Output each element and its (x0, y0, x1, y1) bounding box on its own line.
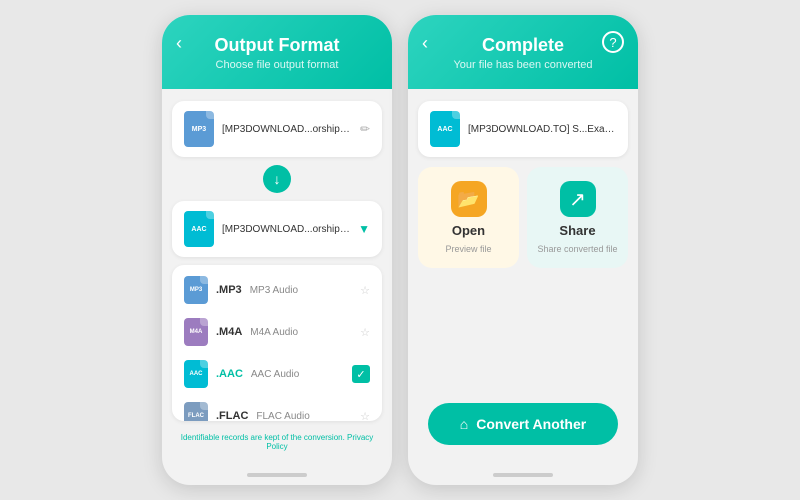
converted-file-icon: AAC (430, 111, 460, 147)
output-file-box[interactable]: AAC [MP3DOWNLOAD...orship-64k.AAC ▼ (172, 201, 382, 257)
arrow-down-icon: ↓ (274, 171, 281, 187)
aac-icon: AAC (184, 360, 208, 388)
source-file-name: [MP3DOWNLOAD...orship-64k.MP3 (222, 124, 352, 135)
open-icon: 📂 (451, 181, 487, 217)
help-button[interactable]: ? (602, 31, 624, 53)
m4a-ext: .M4A (216, 326, 242, 338)
right-panel-header: ‹ ? Complete Your file has been converte… (408, 15, 638, 89)
output-file-name: [MP3DOWNLOAD...orship-64k.AAC (222, 224, 350, 235)
format-item-mp3[interactable]: MP3 .MP3 MP3 Audio ☆ (172, 269, 382, 311)
mp3-star-icon[interactable]: ☆ (360, 284, 370, 297)
open-label: Open (452, 223, 485, 238)
convert-another-button[interactable]: ⌂ Convert Another (428, 403, 618, 445)
share-icon: ↗ (560, 181, 596, 217)
format-item-aac[interactable]: AAC .AAC AAC Audio ✓ (172, 353, 382, 395)
converted-file-name: [MP3DOWNLOAD.TO] S...Exalt Worship-64k.a… (468, 124, 616, 135)
right-panel: ‹ ? Complete Your file has been converte… (408, 15, 638, 485)
left-panel-subtitle: Choose file output format (178, 59, 376, 71)
aac-check-icon: ✓ (352, 365, 370, 383)
spacer (418, 278, 628, 393)
convert-another-label: Convert Another (476, 416, 586, 432)
format-item-flac[interactable]: FLAC .FLAC FLAC Audio ☆ (172, 395, 382, 421)
privacy-note: Identifiable records are kept of the con… (172, 429, 382, 455)
share-desc: Share converted file (537, 244, 617, 254)
action-row: 📂 Open Preview file ↗ Share Share conver… (418, 167, 628, 268)
left-panel-content: MP3 [MP3DOWNLOAD...orship-64k.MP3 ✏ ↓ AA… (162, 89, 392, 467)
aac-ext: .AAC (216, 368, 243, 380)
m4a-desc: M4A Audio (250, 327, 352, 338)
right-panel-subtitle: Your file has been converted (424, 59, 622, 71)
left-back-button[interactable]: ‹ (176, 33, 182, 54)
mp3-ext: .MP3 (216, 284, 242, 296)
m4a-icon: M4A (184, 318, 208, 346)
complete-content: AAC [MP3DOWNLOAD.TO] S...Exalt Worship-6… (408, 89, 638, 467)
open-desc: Preview file (445, 244, 491, 254)
home-icon: ⌂ (460, 416, 468, 432)
output-file-icon: AAC (184, 211, 214, 247)
left-panel-header: ‹ Output Format Choose file output forma… (162, 15, 392, 89)
mp3-desc: MP3 Audio (250, 285, 352, 296)
source-file-icon: MP3 (184, 111, 214, 147)
dropdown-arrow-icon[interactable]: ▼ (358, 222, 370, 236)
source-file-box: MP3 [MP3DOWNLOAD...orship-64k.MP3 ✏ (172, 101, 382, 157)
right-back-button[interactable]: ‹ (422, 33, 428, 54)
left-panel: ‹ Output Format Choose file output forma… (162, 15, 392, 485)
flac-desc: FLAC Audio (256, 411, 352, 422)
converted-file-box: AAC [MP3DOWNLOAD.TO] S...Exalt Worship-6… (418, 101, 628, 157)
m4a-star-icon[interactable]: ☆ (360, 326, 370, 339)
edit-icon[interactable]: ✏ (360, 122, 370, 136)
flac-ext: .FLAC (216, 410, 248, 421)
home-bar (247, 473, 307, 477)
format-list: MP3 .MP3 MP3 Audio ☆ M4A .M4A M4A Audio … (172, 265, 382, 421)
right-home-bar (493, 473, 553, 477)
right-panel-title: Complete (424, 35, 622, 56)
left-panel-title: Output Format (178, 35, 376, 56)
flac-icon: FLAC (184, 402, 208, 421)
convert-arrow: ↓ (263, 165, 291, 193)
format-item-m4a[interactable]: M4A .M4A M4A Audio ☆ (172, 311, 382, 353)
share-label: Share (559, 223, 595, 238)
share-action-card[interactable]: ↗ Share Share converted file (527, 167, 628, 268)
mp3-icon: MP3 (184, 276, 208, 304)
aac-desc: AAC Audio (251, 369, 344, 380)
flac-star-icon[interactable]: ☆ (360, 410, 370, 422)
open-action-card[interactable]: 📂 Open Preview file (418, 167, 519, 268)
